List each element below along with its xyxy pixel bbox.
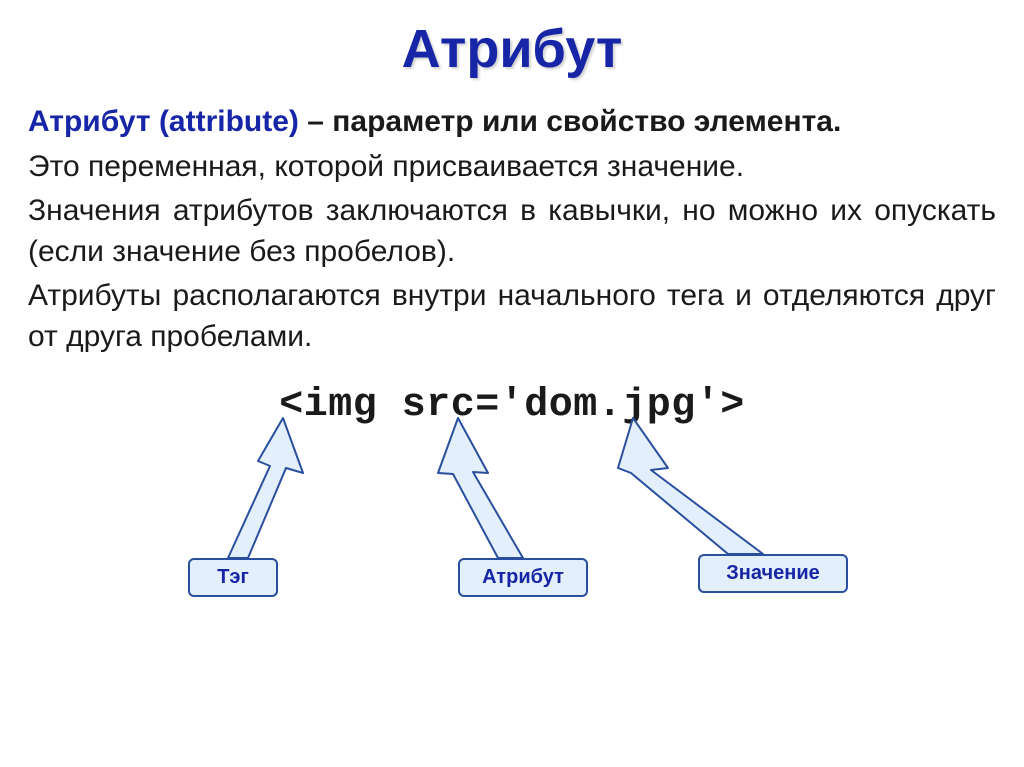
paragraph-3: Значения атрибутов заключаются в кавычки… <box>28 191 996 272</box>
paragraph-4: Атрибуты располагаются внутри начального… <box>28 276 996 357</box>
body-text: Атрибут (attribute) – параметр или свойс… <box>28 102 996 357</box>
term-attribute: Атрибут (attribute) <box>28 105 299 138</box>
paragraph-1-rest: – параметр или свойство элемента. <box>299 105 841 138</box>
callout-tag: Тэг <box>188 558 278 597</box>
pointer-tag <box>228 428 308 563</box>
callout-area: Тэг Атрибут Значение <box>28 428 996 628</box>
pointer-attribute <box>438 428 558 563</box>
slide-title: Атрибут <box>28 18 996 80</box>
paragraph-2: Это переменная, которой присваивается зн… <box>28 147 996 188</box>
callout-value: Значение <box>698 554 848 593</box>
paragraph-1: Атрибут (attribute) – параметр или свойс… <box>28 102 996 143</box>
pointer-value <box>618 428 798 558</box>
slide: Атрибут Атрибут (attribute) – параметр и… <box>0 0 1024 767</box>
callout-attribute: Атрибут <box>458 558 588 597</box>
code-example: <img src='dom.jpg'> <box>28 383 996 428</box>
